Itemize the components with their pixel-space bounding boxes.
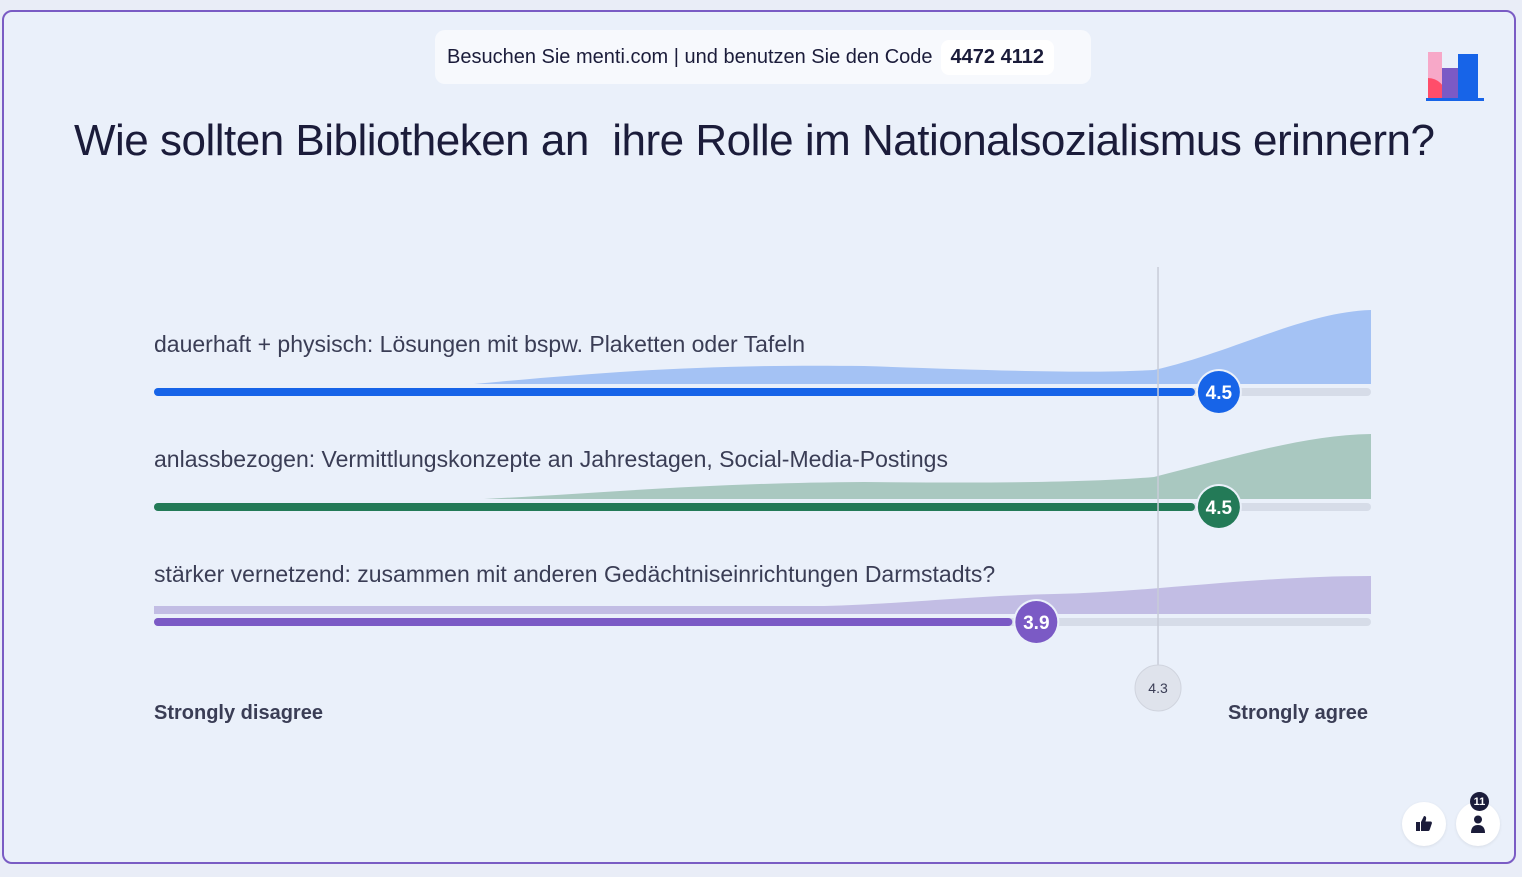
value-bar [154,503,1195,511]
thumbs-up-icon [1416,816,1432,831]
statement-label: stärker vernetzend: zusammen mit anderen… [154,561,995,587]
reactions-button[interactable] [1402,802,1446,846]
person-icon [1471,815,1485,833]
value-label: 4.5 [1206,383,1233,404]
statement-label: anlassbezogen: Vermittlungskonzepte an J… [154,446,948,472]
scale-chart: dauerhaft + physisch: Lösungen mit bspw.… [154,267,1371,712]
value-bar [154,388,1195,396]
value-label: 3.9 [1023,613,1049,634]
statement-label: dauerhaft + physisch: Lösungen mit bspw.… [154,331,805,357]
scale-max-label: Strongly agree [1227,702,1368,724]
average-label: 4.3 [1148,680,1168,696]
presentation-frame: Besuchen Sie menti.com | und benutzen Si… [2,10,1516,864]
scale-min-label: Strongly disagree [154,702,323,724]
value-label: 4.5 [1206,498,1233,519]
participants-count-badge: 11 [1470,792,1489,811]
value-bar [154,618,1013,626]
